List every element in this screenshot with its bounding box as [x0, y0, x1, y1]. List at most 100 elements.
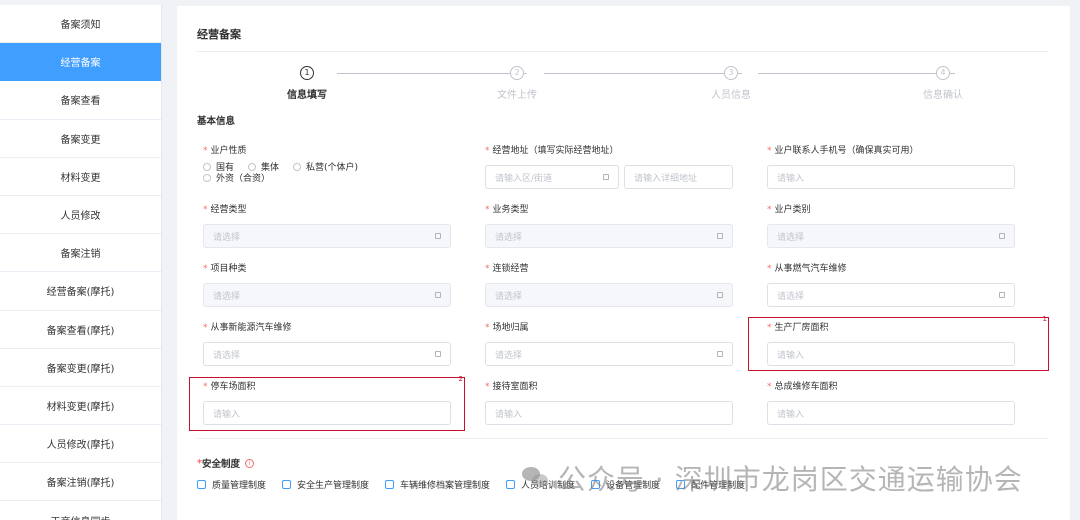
dropdown-icon — [603, 174, 609, 180]
sidebar-item-filing-view-moto[interactable]: 备案查看(摩托) — [0, 311, 161, 349]
sidebar-item-filing-notice[interactable]: 备案须知 — [0, 5, 161, 44]
step-label: 人员信息 — [711, 90, 751, 101]
field-label: * 从事燃气汽车维修 — [767, 264, 847, 274]
field-label: * 经营类型 — [203, 205, 247, 215]
new-energy-repair-select[interactable]: 请选择 — [203, 342, 451, 366]
sidebar-item-personnel-edit-moto[interactable]: 人员修改(摩托) — [0, 425, 161, 464]
checkbox-quality-management[interactable]: 质量管理制度 — [197, 478, 266, 491]
chain-operation-select[interactable]: 请选择 — [485, 283, 733, 307]
step-label: 信息确认 — [923, 90, 963, 101]
dropdown-icon — [999, 292, 1005, 298]
sidebar-item-material-change-moto[interactable]: 材料变更(摩托) — [0, 387, 161, 426]
checkbox-icon — [385, 480, 395, 489]
radio-private[interactable]: 私营(个体户) — [293, 161, 358, 173]
section-title-basic-info: 基本信息 — [197, 116, 236, 127]
field-label: * 业务类型 — [485, 205, 529, 215]
dropdown-icon — [435, 351, 441, 357]
sidebar-item-filing-cancel[interactable]: 备案注销 — [0, 234, 161, 273]
step-connector — [337, 73, 527, 74]
annotation-box-parking-area: 2 — [189, 375, 465, 431]
step-number: 2 — [510, 66, 524, 80]
radio-foreign[interactable]: 外资（合资） — [203, 172, 270, 184]
field-project-type: * 项目种类 请选择 — [203, 262, 451, 307]
annotation-number: 1 — [1042, 315, 1047, 323]
step-file-upload: 2 文件上传 — [417, 66, 617, 101]
field-label: * 项目种类 — [203, 264, 247, 274]
dropdown-icon — [717, 351, 723, 357]
business-nature-radio-group: 国有 集体 私营(个体户) 外资（合资） — [203, 161, 443, 184]
radio-circle-icon — [293, 162, 302, 171]
field-contact-phone: * 业户联系人手机号（确保真实可用） 请输入 — [767, 144, 1015, 189]
field-reception-area: * 接待室面积 请输入 — [485, 380, 733, 425]
sidebar-item-personnel-edit[interactable]: 人员修改 — [0, 196, 161, 235]
field-site-ownership: * 场地归属 请选择 — [485, 321, 733, 366]
field-business-type: * 经营类型 请选择 — [203, 203, 451, 248]
step-label: 文件上传 — [497, 90, 537, 101]
project-type-select[interactable]: 请选择 — [203, 283, 451, 307]
contact-phone-input[interactable]: 请输入 — [767, 165, 1015, 189]
step-number: 4 — [936, 66, 950, 80]
district-input[interactable]: 请输入区/街道 — [485, 165, 619, 189]
sidebar: 备案须知 经营备案 备案查看 备案变更 材料变更 人员修改 备案注销 经营备案(… — [0, 5, 162, 520]
sidebar-item-filing-change[interactable]: 备案变更 — [0, 120, 161, 158]
assembly-area-input[interactable]: 请输入 — [767, 401, 1015, 425]
section-title-safety: * 安全制度 i — [197, 456, 254, 470]
dropdown-icon — [717, 292, 723, 298]
radio-circle-icon — [203, 173, 211, 182]
sidebar-item-material-change[interactable]: 材料变更 — [0, 158, 161, 196]
field-label: * 从事新能源汽车维修 — [203, 323, 292, 333]
annotation-box-factory-area: 1 — [748, 315, 1049, 371]
site-ownership-select[interactable]: 请选择 — [485, 342, 733, 366]
dropdown-icon — [435, 233, 441, 239]
step-label: 信息填写 — [287, 90, 327, 101]
page-title: 经营备案 — [197, 28, 241, 41]
step-number: 3 — [724, 66, 738, 80]
field-operator-category: * 业户类别 请选择 — [767, 203, 1015, 248]
field-label: * 经营地址（填写实际经营地址） — [485, 146, 619, 156]
sidebar-item-business-filing[interactable]: 经营备案 — [0, 43, 161, 82]
field-gas-vehicle-repair: * 从事燃气汽车维修 请选择 — [767, 262, 1015, 307]
step-info-confirm: 4 信息确认 — [843, 66, 1043, 101]
gas-vehicle-repair-select[interactable]: 请选择 — [767, 283, 1015, 307]
checkbox-icon — [197, 480, 206, 489]
step-connector — [758, 73, 955, 74]
field-chain-operation: * 连锁经营 请选择 — [485, 262, 733, 307]
service-type-select[interactable]: 请选择 — [485, 224, 733, 248]
field-label: * 业户类别 — [767, 205, 811, 215]
field-label: * 总成维修车面积 — [767, 382, 838, 392]
dropdown-icon — [717, 233, 723, 239]
detail-address-input[interactable]: 请输入详细地址 — [624, 165, 733, 189]
checkbox-safety-production[interactable]: 安全生产管理制度 — [282, 478, 369, 491]
field-service-type: * 业务类型 请选择 — [485, 203, 733, 248]
watermark: 公众号 · 深圳市龙岗区交通运输协会 — [522, 458, 1023, 498]
field-business-address: * 经营地址（填写实际经营地址） 请输入区/街道 请输入详细地址 — [485, 144, 733, 189]
main-panel: 经营备案 1 信息填写 2 文件上传 3 人员信息 4 信息确认 基本信息 * 业… — [177, 6, 1070, 520]
sidebar-item-filing-cancel-moto[interactable]: 备案注销(摩托) — [0, 463, 161, 502]
field-new-energy-repair: * 从事新能源汽车维修 请选择 — [203, 321, 451, 366]
radio-circle-icon — [248, 162, 257, 171]
field-label: * 连锁经营 — [485, 264, 529, 274]
step-number: 1 — [300, 66, 314, 80]
field-label: * 业户联系人手机号（确保真实可用） — [767, 146, 919, 156]
business-type-select[interactable]: 请选择 — [203, 224, 451, 248]
field-assembly-area: * 总成维修车面积 请输入 — [767, 380, 1015, 425]
checkbox-repair-records[interactable]: 车辆维修档案管理制度 — [385, 478, 490, 491]
reception-area-input[interactable]: 请输入 — [485, 401, 733, 425]
step-connector — [544, 73, 742, 74]
operator-category-select[interactable]: 请选择 — [767, 224, 1015, 248]
step-indicator: 1 信息填写 2 文件上传 3 人员信息 4 信息确认 — [197, 66, 1048, 110]
step-info-fill: 1 信息填写 — [207, 66, 407, 101]
sidebar-item-filing-view[interactable]: 备案查看 — [0, 81, 161, 120]
title-divider — [197, 51, 1048, 52]
sidebar-item-business-sync[interactable]: 王商信息同步 — [0, 501, 161, 520]
sidebar-item-filing-change-moto[interactable]: 备案变更(摩托) — [0, 349, 161, 387]
sidebar-item-business-filing-moto[interactable]: 经营备案(摩托) — [0, 272, 161, 311]
field-label: * 接待室面积 — [485, 382, 538, 392]
radio-circle-icon — [203, 162, 211, 171]
info-icon[interactable]: i — [244, 458, 254, 468]
checkbox-icon — [282, 480, 292, 489]
dropdown-icon — [999, 233, 1005, 239]
field-label: * 业户性质 — [203, 146, 247, 156]
annotation-number: 2 — [458, 375, 463, 383]
step-personnel-info: 3 人员信息 — [631, 66, 831, 101]
